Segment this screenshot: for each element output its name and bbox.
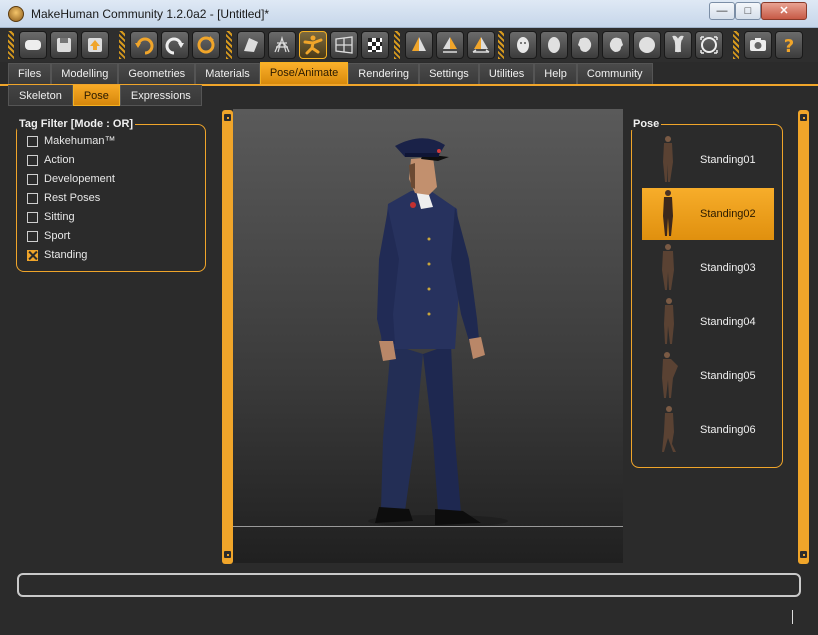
tab-settings[interactable]: Settings	[419, 63, 479, 84]
checkbox[interactable]	[27, 192, 38, 204]
pose-icon[interactable]	[299, 31, 327, 59]
status-bar	[17, 573, 801, 597]
tag-filter-developement[interactable]: Developement	[27, 171, 115, 187]
subtab-pose[interactable]: Pose	[72, 85, 120, 106]
pose-thumbnail	[642, 188, 694, 240]
tab-community[interactable]: Community	[576, 63, 653, 84]
screenshot-icon[interactable]	[744, 31, 772, 59]
save-icon[interactable]	[50, 31, 78, 59]
resize-grip[interactable]	[792, 610, 793, 624]
left-panel-scrollbar[interactable]	[222, 110, 233, 564]
background-icon[interactable]	[330, 31, 358, 59]
grid-icon[interactable]	[361, 31, 389, 59]
toolbar-separator	[119, 31, 125, 59]
reset-camera-icon[interactable]	[695, 31, 723, 59]
toolbar-misc-group: ?	[733, 31, 803, 59]
tag-filter-rest-poses[interactable]: Rest Poses	[27, 190, 100, 206]
back-view-icon[interactable]	[633, 31, 661, 59]
front-view-icon[interactable]	[405, 31, 433, 59]
human-model-figure	[368, 138, 508, 527]
smooth-icon[interactable]	[237, 31, 265, 59]
checkbox-checked[interactable]	[27, 249, 38, 261]
toolbar-separator	[226, 31, 232, 59]
checkbox[interactable]	[27, 154, 38, 166]
subtab-expressions[interactable]: Expressions	[119, 85, 202, 106]
tag-filter-group: Tag Filter [Mode : OR] Makehuman™ Action…	[16, 118, 206, 272]
main-tabs: Files Modelling Geometries Materials Pos…	[8, 62, 653, 84]
3d-viewport[interactable]	[233, 109, 623, 563]
undo-icon[interactable]	[130, 31, 158, 59]
scroll-down-handle[interactable]	[800, 551, 807, 558]
checkbox[interactable]	[27, 230, 38, 242]
checkbox[interactable]	[27, 173, 38, 185]
tab-help[interactable]: Help	[534, 63, 577, 84]
tab-modelling[interactable]: Modelling	[51, 63, 119, 84]
wireframe-icon[interactable]	[268, 31, 296, 59]
pose-item-standing02[interactable]: Standing02	[642, 188, 774, 240]
tab-materials[interactable]: Materials	[195, 63, 260, 84]
svg-text:?: ?	[784, 36, 794, 56]
minimize-button[interactable]: —	[709, 2, 735, 20]
tag-filter-title: Tag Filter [Mode : OR]	[17, 118, 136, 130]
scroll-up-handle[interactable]	[224, 114, 231, 121]
toolbar: ?	[0, 28, 818, 62]
pose-item-standing01[interactable]: Standing01	[642, 134, 774, 186]
tag-filter-action[interactable]: Action	[27, 152, 75, 168]
pose-item-standing04[interactable]: Standing04	[642, 296, 774, 348]
pose-list-title: Pose	[631, 118, 662, 130]
toolbar-edit-group	[119, 31, 220, 59]
pose-thumbnail	[642, 134, 694, 186]
subtab-skeleton[interactable]: Skeleton	[8, 85, 73, 106]
top-cam-icon[interactable]	[664, 31, 692, 59]
checkbox[interactable]	[27, 211, 38, 223]
toolbar-face-group	[498, 31, 723, 59]
export-icon[interactable]	[81, 31, 109, 59]
tag-filter-sitting[interactable]: Sitting	[27, 209, 75, 225]
help-icon[interactable]: ?	[775, 31, 803, 59]
left-view-icon[interactable]	[571, 31, 599, 59]
pose-list-group: Pose Standing01 Standing02 Standing03 St…	[631, 118, 783, 468]
window-title: MakeHuman Community 1.2.0a2 - [Untitled]…	[31, 7, 270, 21]
side-view-icon[interactable]	[436, 31, 464, 59]
tab-geometries[interactable]: Geometries	[118, 63, 196, 84]
maximize-button[interactable]: □	[735, 2, 761, 20]
tab-utilities[interactable]: Utilities	[478, 63, 535, 84]
face-icon[interactable]	[509, 31, 537, 59]
toolbar-file-group	[8, 31, 109, 59]
close-button[interactable]: ✕	[761, 2, 807, 20]
right-view-icon[interactable]	[602, 31, 630, 59]
scroll-down-handle[interactable]	[224, 551, 231, 558]
title-bar: MakeHuman Community 1.2.0a2 - [Untitled]…	[0, 0, 818, 28]
pose-thumbnail	[642, 296, 694, 348]
tab-rendering[interactable]: Rendering	[348, 63, 420, 84]
pose-thumbnail	[642, 242, 694, 294]
pose-item-standing05[interactable]: Standing05	[642, 350, 774, 402]
tag-filter-makehuman[interactable]: Makehuman™	[27, 133, 116, 149]
right-panel-scrollbar[interactable]	[798, 110, 809, 564]
checkbox[interactable]	[27, 135, 38, 147]
tag-filter-sport[interactable]: Sport	[27, 228, 70, 244]
head-icon[interactable]	[540, 31, 568, 59]
redo-icon[interactable]	[161, 31, 189, 59]
makehuman-logo-icon	[8, 6, 24, 22]
sub-tabs: Skeleton Pose Expressions	[8, 85, 202, 107]
toolbar-separator	[394, 31, 400, 59]
toolbar-separator	[498, 31, 504, 59]
pose-thumbnail	[642, 350, 694, 402]
tab-files[interactable]: Files	[8, 63, 52, 84]
toolbar-separator	[8, 31, 14, 59]
reset-icon[interactable]	[192, 31, 220, 59]
new-icon[interactable]	[19, 31, 47, 59]
top-view-icon[interactable]	[467, 31, 495, 59]
toolbar-view-group	[226, 31, 389, 59]
tag-filter-standing[interactable]: Standing	[27, 247, 87, 263]
tab-pose-animate[interactable]: Pose/Animate	[259, 62, 349, 84]
pose-item-standing03[interactable]: Standing03	[642, 242, 774, 294]
floor-line	[233, 526, 623, 527]
toolbar-separator	[733, 31, 739, 59]
toolbar-camera-group	[394, 31, 495, 59]
pose-item-standing06[interactable]: Standing06	[642, 404, 774, 456]
pose-thumbnail	[642, 404, 694, 456]
scroll-up-handle[interactable]	[800, 114, 807, 121]
